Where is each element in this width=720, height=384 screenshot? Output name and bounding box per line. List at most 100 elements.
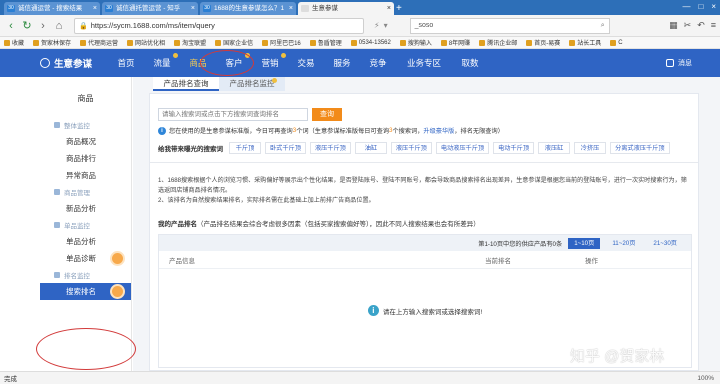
bookmark-item[interactable]: 搜狗输入 — [399, 38, 432, 47]
bookmark-item[interactable]: 代理商运营 — [80, 38, 118, 47]
bookmark-item[interactable]: 国家企业信 — [215, 38, 253, 47]
keyword-chip[interactable]: 电动液压千斤顶 — [435, 142, 490, 154]
bookmark-item[interactable]: 网站优化相 — [127, 38, 165, 47]
sidebar-item-single-diagnosis[interactable]: 单品诊断 — [40, 250, 131, 267]
close-icon[interactable]: × — [191, 2, 195, 15]
bookmark-item[interactable]: 收藏 — [4, 38, 24, 47]
bookmark-item[interactable]: 站长工具 — [569, 38, 601, 47]
upgrade-link[interactable]: 升级豪华版 — [423, 126, 454, 135]
keyword-chip[interactable]: 卧式千斤顶 — [265, 142, 306, 154]
close-icon[interactable]: × — [387, 2, 391, 15]
browser-tab[interactable]: 30 1688的生意参谋怎么？1 × — [200, 2, 296, 15]
bookmark-item[interactable]: 淘宝联盟 — [174, 38, 206, 47]
undo-icon[interactable]: ↶ — [697, 20, 705, 31]
search-input[interactable] — [158, 108, 308, 121]
browser-tab[interactable]: 30 诚信通托管运营 - 知乎 × — [102, 2, 198, 15]
query-button[interactable]: 查询 — [312, 108, 342, 121]
site-icon — [174, 39, 181, 46]
page-button[interactable]: 1~10页 — [568, 237, 601, 249]
nav-label: 商品 — [189, 58, 207, 68]
page-button[interactable]: 21~30页 — [647, 238, 683, 249]
left-sidebar: 商品 整体监控 商品概况 商品排行 异常商品 商品管理 新品分析 单品监控 单品… — [40, 77, 132, 371]
bookmark-item[interactable]: 腾讯企业邮 — [479, 38, 517, 47]
search-icon[interactable]: ⌕ — [601, 22, 605, 30]
new-tab-icon[interactable]: + — [396, 2, 408, 15]
nav-customer[interactable]: 客户 — [216, 53, 252, 69]
tab-rank-query[interactable]: 产品排名查询 — [153, 77, 219, 91]
bookmark-item[interactable]: 鲁盾管理 — [309, 38, 342, 47]
forward-icon[interactable]: › — [36, 19, 50, 33]
bookmark-label: 0534-13562 — [358, 39, 391, 46]
folder-icon — [33, 39, 40, 46]
note-line: 1、1688搜索根据个人的浏览习惯、采购偏好等展示出个性化结果，是否登陆账号、登… — [158, 177, 687, 194]
new-badge-icon — [281, 53, 286, 58]
site-icon — [440, 39, 447, 46]
nav-traffic[interactable]: 流量 — [144, 53, 180, 69]
scissors-icon[interactable]: ✂ — [684, 20, 692, 31]
keyword-chip[interactable]: 冷挤压 — [574, 142, 607, 154]
keyword-chip[interactable]: 电动千斤顶 — [493, 142, 535, 154]
nav-data-fetch[interactable]: 取数 — [452, 57, 488, 69]
nav-marketing[interactable]: 营销 — [252, 53, 288, 69]
nav-service[interactable]: 服务 — [324, 57, 360, 69]
bookmark-item[interactable]: 首页-易赛 — [526, 38, 560, 47]
keyword-chip[interactable]: 分离式液压千斤顶 — [610, 142, 670, 154]
sidebar-item-ranking[interactable]: 商品排行 — [40, 150, 131, 167]
nav-trade[interactable]: 交易 — [288, 57, 324, 69]
nav-label: 交易 — [297, 58, 315, 68]
url-field[interactable]: 🔒 https://sycm.1688.com/ms/item/query — [74, 17, 364, 34]
close-icon[interactable]: × — [93, 2, 97, 15]
bookmark-item[interactable]: 阿里巴巴16 — [262, 38, 301, 47]
dropdown-icon[interactable]: ▾ — [384, 21, 388, 30]
bookmark-item[interactable]: 0534-13562 — [350, 39, 391, 46]
sidebar-item-label: 商品排行 — [66, 154, 96, 163]
keyword-chip[interactable]: 液压千斤顶 — [309, 142, 351, 154]
close-window-icon[interactable]: × — [711, 2, 716, 11]
folder-icon — [215, 39, 222, 46]
nav-business-zone[interactable]: 业务专区 — [396, 57, 452, 69]
watermark-text: 知乎 @贺家林 — [570, 348, 665, 365]
tab-rank-monitor[interactable]: 产品排名监控 — [219, 77, 285, 91]
sidebar-item-search-rank[interactable]: 搜索排名 — [40, 283, 131, 300]
browser-search-box[interactable]: _soso ⌕ — [409, 17, 610, 34]
home-icon[interactable]: ⌂ — [52, 19, 66, 33]
nav-competition[interactable]: 竞争 — [360, 57, 396, 69]
sidebar-item-single-analysis[interactable]: 单品分析 — [40, 233, 131, 250]
bookmark-item[interactable]: 8年网赚 — [440, 38, 470, 47]
sidebar-item-abnormal[interactable]: 异常商品 — [40, 167, 131, 184]
nav-home[interactable]: 首页 — [108, 57, 144, 69]
sidebar-group-label: 整体监控 — [64, 123, 90, 130]
brand-logo[interactable]: 生意参谋 — [0, 56, 108, 70]
maximize-icon[interactable]: □ — [698, 2, 703, 11]
keyword-chip[interactable]: 油缸 — [354, 142, 387, 154]
sidebar-item-overview[interactable]: 商品概况 — [40, 133, 131, 150]
keyword-chip[interactable]: 液压缸 — [538, 142, 571, 154]
bookmark-item[interactable]: 贺家林保存 — [33, 38, 71, 47]
bookmark-label: 网站优化相 — [135, 41, 166, 47]
my-rank-title: 我的产品排名（产品排名结果会综合考虑很多因素（包括买家搜索偏好等），因此不同人搜… — [158, 218, 480, 228]
message-button[interactable]: 消息 — [666, 58, 692, 68]
keyword-chip[interactable]: 千斤顶 — [229, 142, 261, 154]
close-icon[interactable]: × — [289, 2, 293, 15]
grid-icon[interactable]: ▦ — [669, 20, 678, 31]
hot-dot-icon — [112, 286, 123, 297]
sidebar-item-new-product[interactable]: 新品分析 — [40, 200, 131, 217]
page-button[interactable]: 11~20页 — [606, 238, 641, 249]
nav-product[interactable]: 商品 — [180, 57, 216, 69]
bookmark-item[interactable]: C — [610, 39, 623, 46]
sidebar-group-label: 单品监控 — [64, 223, 90, 230]
menu-icon[interactable]: ≡ — [711, 20, 716, 31]
lightning-icon[interactable]: ⚡ — [374, 21, 380, 30]
browser-tab-label: 诚信通托管运营 - 知乎 — [116, 5, 181, 12]
sidebar-item-label: 商品概况 — [66, 137, 96, 146]
keyword-chip[interactable]: 液压千斤顶 — [390, 142, 432, 154]
zoom-level[interactable]: 100% — [697, 375, 714, 382]
site-favicon-icon: 30 — [7, 5, 15, 12]
browser-tab-active[interactable]: 生意参谋 × — [298, 2, 394, 15]
browser-tab[interactable]: 30 诚信通运营 - 搜索结果 × — [4, 2, 100, 15]
nav-label: 服务 — [333, 58, 351, 68]
refresh-icon[interactable]: ↻ — [20, 19, 34, 33]
minimize-icon[interactable]: — — [682, 2, 690, 11]
back-icon[interactable]: ‹ — [4, 19, 18, 33]
browser-tab-label: 1688的生意参谋怎么？1 — [214, 5, 285, 12]
